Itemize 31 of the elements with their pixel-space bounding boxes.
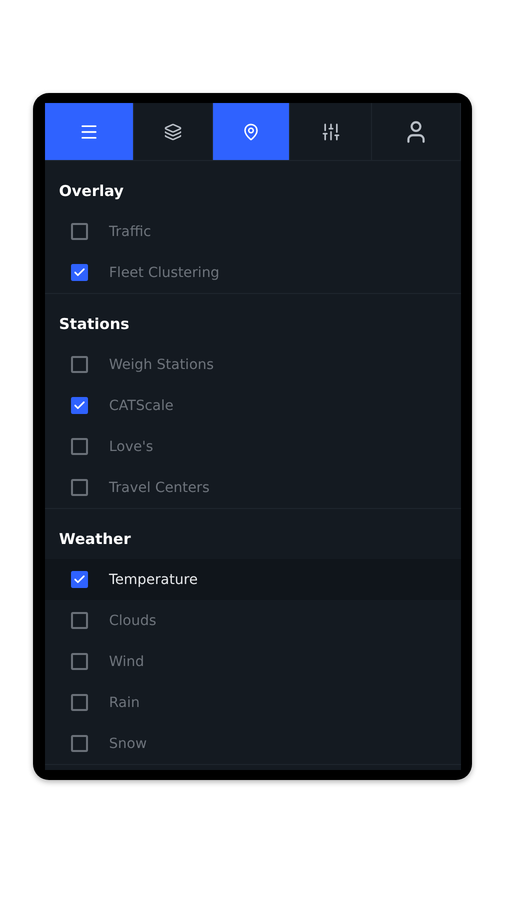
checkbox[interactable] bbox=[71, 438, 88, 455]
checkbox[interactable] bbox=[71, 223, 88, 240]
checkbox[interactable] bbox=[71, 264, 88, 281]
checkbox[interactable] bbox=[71, 694, 88, 711]
option-label: Travel Centers bbox=[109, 480, 210, 496]
option-label: Fleet Clustering bbox=[109, 264, 220, 280]
checkbox[interactable] bbox=[71, 356, 88, 373]
section-title: Weather bbox=[58, 529, 132, 550]
option-label: Temperature bbox=[109, 572, 198, 588]
option-label: Traffic bbox=[109, 224, 152, 240]
option-label: Rain bbox=[109, 694, 140, 710]
check-icon bbox=[73, 266, 86, 279]
checkbox[interactable] bbox=[71, 571, 88, 588]
option-label: Love's bbox=[109, 438, 154, 454]
check-icon bbox=[73, 573, 86, 586]
checkbox[interactable] bbox=[71, 653, 88, 670]
checkbox[interactable] bbox=[71, 612, 88, 629]
layers-icon bbox=[164, 122, 182, 140]
option-label: Snow bbox=[109, 736, 147, 752]
option-label: Wind bbox=[109, 654, 144, 670]
option-label: Clouds bbox=[109, 612, 156, 628]
checkbox[interactable] bbox=[71, 397, 88, 414]
section-title: Overlay bbox=[58, 181, 125, 202]
section-title: Stations bbox=[58, 314, 130, 335]
check-icon bbox=[73, 399, 86, 412]
pin-icon bbox=[242, 122, 260, 140]
option-label: Weigh Stations bbox=[109, 356, 214, 372]
option-label: CATScale bbox=[109, 398, 174, 414]
checkbox[interactable] bbox=[71, 479, 88, 496]
checkbox[interactable] bbox=[71, 735, 88, 752]
sliders-icon bbox=[320, 122, 340, 142]
